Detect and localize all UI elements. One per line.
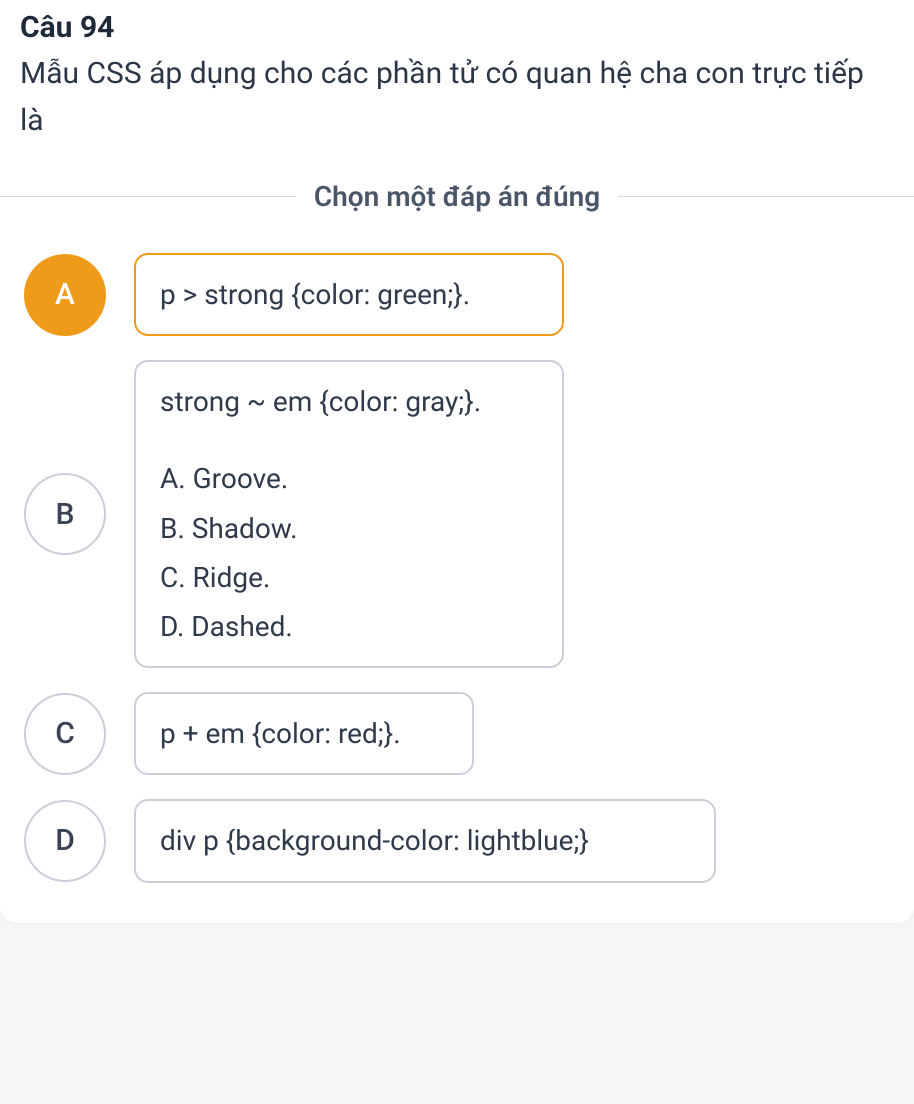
option-c-letter[interactable]: C <box>24 693 106 775</box>
option-b-sub3: C. Ridge. <box>160 558 538 597</box>
option-a-box[interactable]: p > strong {color: green;}. <box>134 253 564 336</box>
option-d-box[interactable]: div p {background-color: lightblue;} <box>134 799 716 882</box>
option-a-text: p > strong {color: green;}. <box>160 275 538 314</box>
option-b-box[interactable]: strong ~ em {color: gray;}. A. Groove. B… <box>134 360 564 668</box>
option-c[interactable]: C p + em {color: red;}. <box>24 692 890 775</box>
question-text: Mẫu CSS áp dụng cho các phần tử có quan … <box>20 51 894 144</box>
option-d[interactable]: D div p {background-color: lightblue;} <box>24 799 890 882</box>
divider-line-right <box>618 196 914 197</box>
option-b-sub1: A. Groove. <box>160 459 538 498</box>
option-a-letter[interactable]: A <box>24 254 106 336</box>
option-d-letter[interactable]: D <box>24 800 106 882</box>
option-a[interactable]: A p > strong {color: green;}. <box>24 253 890 336</box>
option-b-sub4: D. Dashed. <box>160 607 538 646</box>
options-list: A p > strong {color: green;}. B strong ~… <box>20 253 894 883</box>
instruction-label: Chọn một đáp án đúng <box>314 180 600 213</box>
instruction-divider: Chọn một đáp án đúng <box>0 180 914 213</box>
divider-line-left <box>0 196 296 197</box>
option-d-text: div p {background-color: lightblue;} <box>160 821 690 860</box>
question-card: Câu 94 Mẫu CSS áp dụng cho các phần tử c… <box>0 0 914 923</box>
option-b-letter[interactable]: B <box>24 473 106 555</box>
question-number: Câu 94 <box>20 10 894 45</box>
option-c-text: p + em {color: red;}. <box>160 714 448 753</box>
option-b-line1: strong ~ em {color: gray;}. <box>160 382 538 421</box>
option-b-sub2: B. Shadow. <box>160 509 538 548</box>
option-c-box[interactable]: p + em {color: red;}. <box>134 692 474 775</box>
option-b[interactable]: B strong ~ em {color: gray;}. A. Groove.… <box>24 360 890 668</box>
